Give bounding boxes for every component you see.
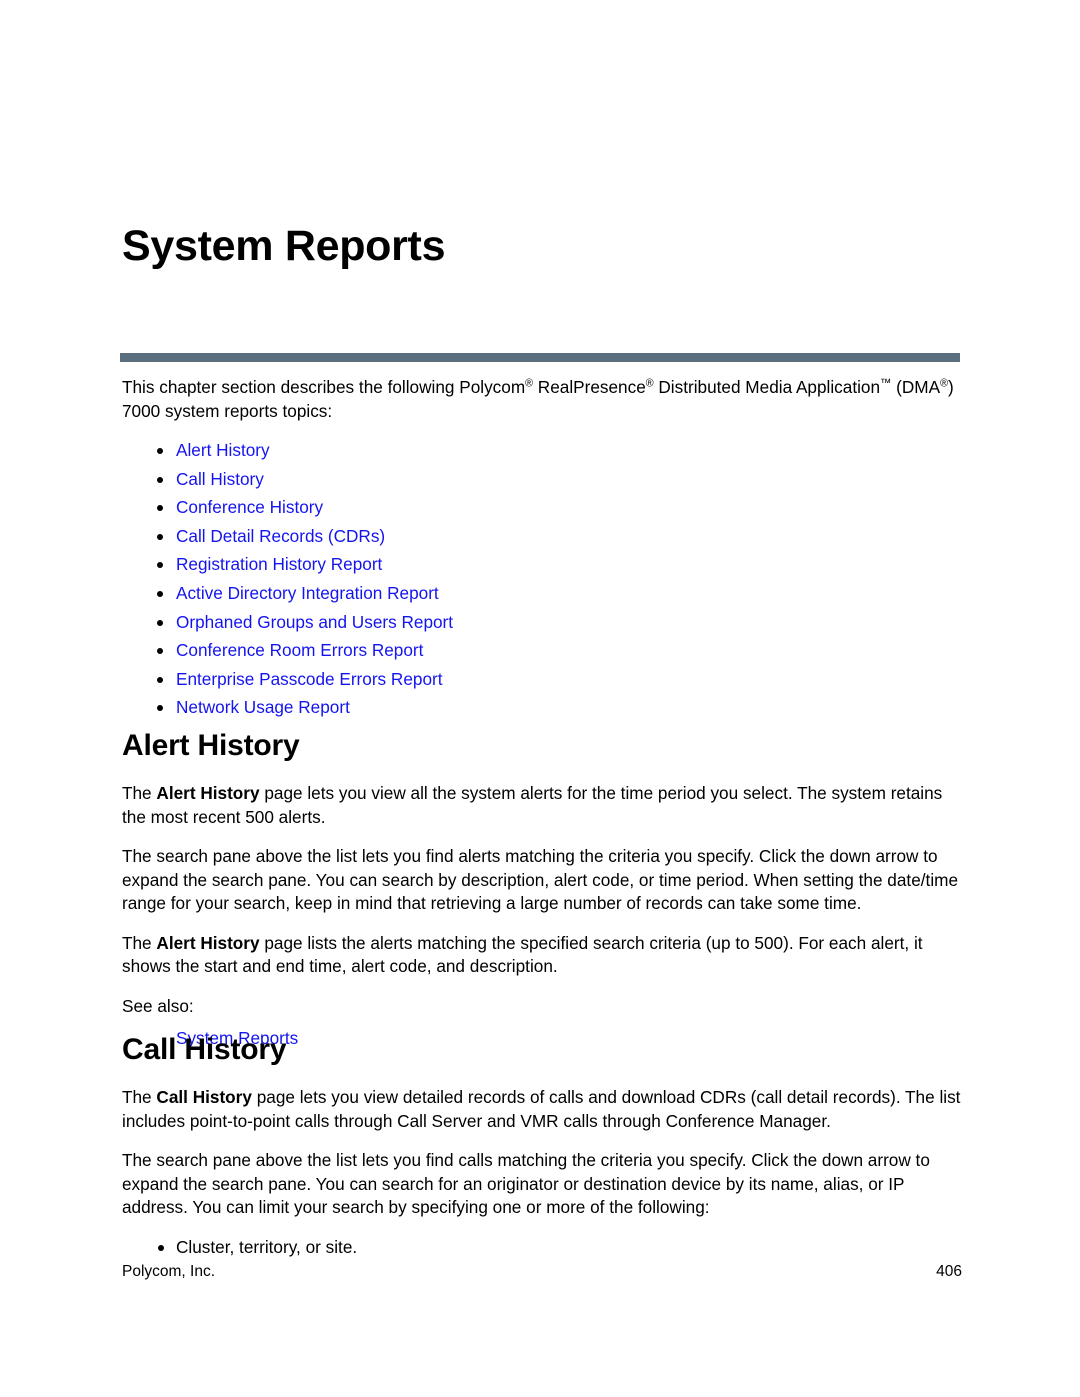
call-history-paragraph-1: The Call History page lets you view deta… (122, 1086, 962, 1133)
list-item[interactable]: Conference Room Errors Report (122, 639, 962, 662)
registered-mark-icon: ® (645, 377, 654, 390)
registered-mark-icon: ® (940, 377, 948, 390)
call-history-paragraph-2: The search pane above the list lets you … (122, 1150, 930, 1217)
page-title: System Reports (122, 221, 446, 270)
title-divider-rule (120, 353, 960, 362)
call-history-bullet-list: Cluster, territory, or site. (122, 1236, 962, 1260)
list-item[interactable]: Call Detail Records (CDRs) (122, 525, 962, 548)
list-item[interactable]: Orphaned Groups and Users Report (122, 611, 962, 634)
inline-bold-term: Alert History (156, 783, 260, 803)
topic-link-enterprise-passcode-errors-report[interactable]: Enterprise Passcode Errors Report (176, 669, 443, 689)
topic-link-conference-history[interactable]: Conference History (176, 497, 323, 517)
paragraph-text: The (122, 1087, 157, 1107)
inline-bold-term: Call History (156, 1087, 252, 1107)
topic-link-active-directory-integration-report[interactable]: Active Directory Integration Report (176, 583, 439, 603)
call-history-section: The Call History page lets you view deta… (122, 1086, 962, 1259)
intro-text-1: This chapter section describes the follo… (122, 377, 526, 397)
bullet-icon (158, 1244, 164, 1251)
footer-page-number: 406 (936, 1263, 962, 1280)
see-also-label: See also: (122, 995, 194, 1016)
bullet-icon (157, 705, 163, 712)
bullet-icon (157, 648, 163, 655)
topics-link-list: Alert History Call History Conference Hi… (122, 439, 962, 719)
bullet-icon (157, 562, 163, 569)
list-item[interactable]: Enterprise Passcode Errors Report (122, 668, 962, 691)
footer-company: Polycom, Inc. (122, 1263, 216, 1280)
list-item: Cluster, territory, or site. (122, 1236, 962, 1260)
list-item[interactable]: Call History (122, 468, 962, 491)
bullet-icon (157, 676, 163, 683)
page-footer: Polycom, Inc. 406 (122, 1263, 962, 1281)
alert-history-section: The Alert History page lets you view all… (122, 782, 962, 1051)
inline-bold-term: Alert History (156, 932, 260, 953)
list-item-label: Cluster, territory, or site. (176, 1236, 358, 1257)
list-item[interactable]: Conference History (122, 496, 962, 519)
intro-paragraph: This chapter section describes the follo… (122, 376, 962, 423)
alert-history-paragraph-1: The Alert History page lets you view all… (122, 782, 962, 829)
topic-link-conference-room-errors-report[interactable]: Conference Room Errors Report (176, 640, 423, 660)
topic-link-network-usage-report[interactable]: Network Usage Report (176, 697, 350, 717)
paragraph-text: The (122, 932, 157, 953)
alert-history-paragraph-2: The search pane above the list lets you … (122, 846, 959, 913)
intro-section: This chapter section describes the follo… (122, 376, 962, 725)
list-item[interactable]: Active Directory Integration Report (122, 582, 962, 605)
bullet-icon (157, 533, 163, 540)
section-heading-call-history: Call History (122, 1033, 287, 1066)
list-item[interactable]: Registration History Report (122, 553, 962, 576)
intro-text-3: Distributed Media Application (653, 377, 881, 397)
list-item[interactable]: Network Usage Report (122, 696, 962, 719)
registered-mark-icon: ® (525, 377, 534, 390)
document-page: System Reports This chapter section desc… (0, 0, 1080, 1397)
bullet-icon (157, 505, 163, 512)
bullet-icon (157, 476, 163, 483)
trademark-mark-icon: ™ (880, 377, 892, 390)
bullet-icon (157, 619, 163, 626)
intro-text-2: RealPresence (533, 377, 646, 397)
topic-link-alert-history[interactable]: Alert History (176, 440, 270, 460)
alert-history-paragraph-3: The Alert History page lists the alerts … (122, 932, 962, 979)
topic-link-registration-history-report[interactable]: Registration History Report (176, 554, 382, 574)
paragraph-text: The (122, 783, 157, 803)
section-heading-alert-history: Alert History (122, 729, 300, 762)
topic-link-call-history[interactable]: Call History (176, 469, 264, 489)
topic-link-call-detail-records[interactable]: Call Detail Records (CDRs) (176, 526, 385, 546)
intro-text-4: (DMA (896, 377, 941, 397)
bullet-icon (157, 448, 163, 454)
list-item[interactable]: Alert History (122, 439, 962, 462)
bullet-icon (157, 590, 163, 597)
topic-link-orphaned-groups-and-users-report[interactable]: Orphaned Groups and Users Report (176, 612, 453, 632)
